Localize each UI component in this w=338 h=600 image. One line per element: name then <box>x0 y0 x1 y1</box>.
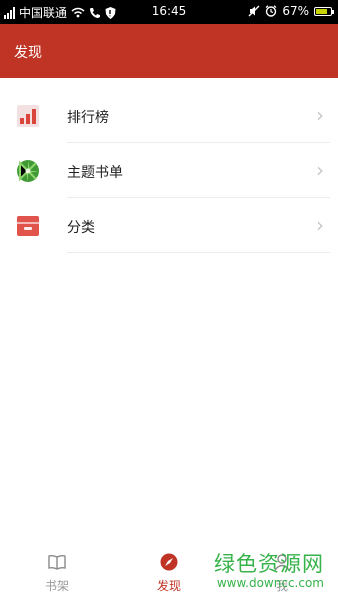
theme-booklist-icon <box>17 160 39 182</box>
chevron-right-icon: › <box>316 158 324 182</box>
category-box-icon <box>17 216 39 236</box>
tab-bookshelf-label: 书架 <box>44 579 69 593</box>
tab-me[interactable]: 我 <box>237 553 327 594</box>
ranking-chart-icon <box>17 105 39 127</box>
tab-me-label: 我 <box>275 579 288 593</box>
tab-discover-label: 发现 <box>156 579 181 593</box>
page-title: 发现 <box>14 45 42 61</box>
bottom-tab-bar: 书架 发现 我 <box>0 542 338 600</box>
mute-icon <box>248 5 260 17</box>
chevron-right-icon: › <box>316 103 324 127</box>
alarm-icon <box>265 5 277 17</box>
status-bar: 中国联通 16:45 67% <box>0 0 338 24</box>
open-book-icon <box>48 554 66 570</box>
tab-discover[interactable]: 发现 <box>124 553 214 594</box>
category-label: 分类 <box>67 220 95 236</box>
battery-icon <box>314 6 334 16</box>
tab-bookshelf[interactable]: 书架 <box>12 553 102 594</box>
battery-percent: 67% <box>282 4 309 18</box>
list-item-ranking[interactable]: 排行榜 › <box>0 88 338 143</box>
discover-list: 排行榜 › 主题书单 › 分类 › <box>0 88 338 253</box>
app-header: 发现 <box>0 24 338 78</box>
list-item-category[interactable]: 分类 › <box>0 198 338 253</box>
user-icon <box>274 554 290 571</box>
divider <box>67 252 330 253</box>
ranking-label: 排行榜 <box>67 110 109 126</box>
list-item-theme-booklist[interactable]: 主题书单 › <box>0 143 338 198</box>
compass-icon <box>160 553 178 571</box>
chevron-right-icon: › <box>316 213 324 237</box>
theme-booklist-label: 主题书单 <box>67 165 123 181</box>
